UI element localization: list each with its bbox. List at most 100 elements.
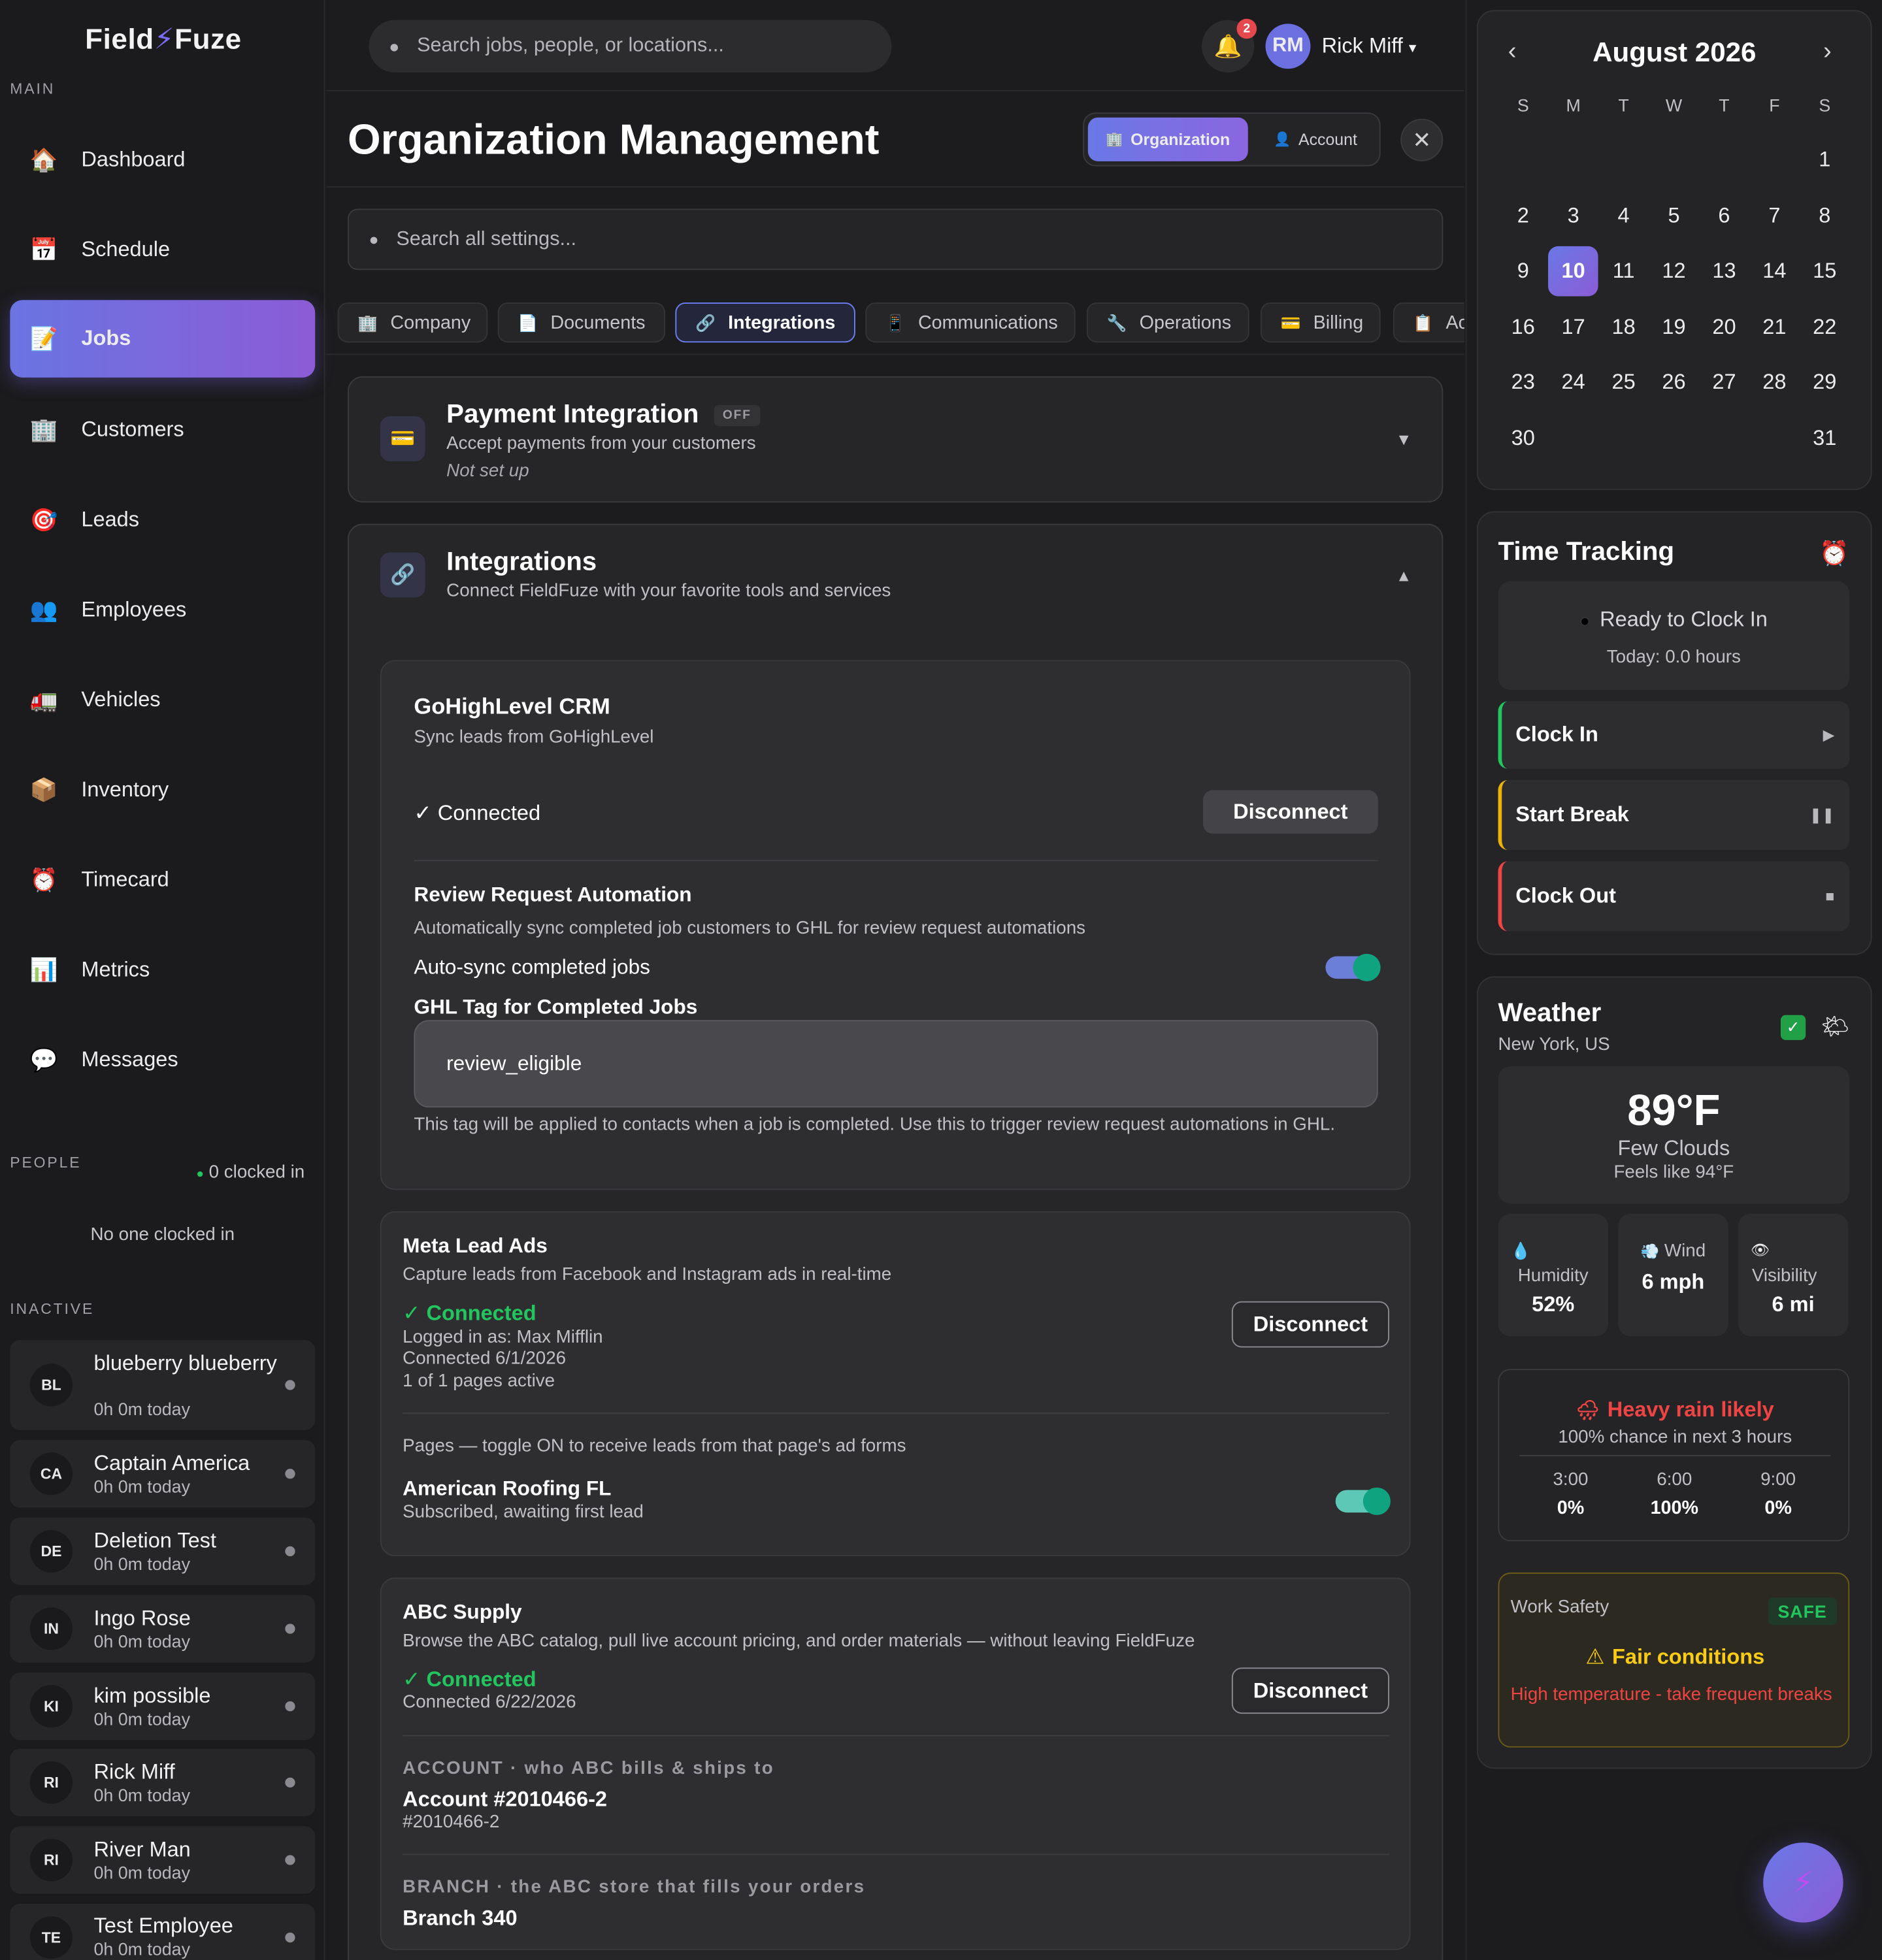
calendar-day[interactable]: 4 [1598, 191, 1649, 241]
disconnect-button[interactable]: Disconnect [1231, 1301, 1390, 1348]
tab-communications[interactable]: 📱 Communications [865, 302, 1076, 343]
integration-title: GoHighLevel CRM [414, 693, 610, 719]
nav-vehicles[interactable]: 🚛 Vehicles [10, 661, 315, 739]
section-description: Automatically sync completed job custome… [414, 919, 1086, 939]
calendar-day[interactable]: 5 [1649, 191, 1699, 241]
pages-active: 1 of 1 pages active [403, 1371, 555, 1392]
calendar-day[interactable]: 8 [1800, 191, 1850, 241]
tab-company[interactable]: 🏢 Company [337, 302, 488, 343]
calendar-day[interactable]: 1 [1800, 135, 1850, 186]
employee-row[interactable]: CA Captain America 0h 0m today [10, 1440, 316, 1508]
weekday-label: S [1517, 95, 1529, 116]
employee-row[interactable]: RI Rick Miff 0h 0m today [10, 1748, 316, 1817]
nav-schedule[interactable]: 📅 Schedule [10, 211, 315, 289]
employee-row[interactable]: BL blueberry blueberry 0h 0m today [10, 1340, 316, 1430]
user-menu[interactable]: Rick Miff ▾ [1322, 34, 1417, 59]
calendar-day[interactable]: 2 [1498, 191, 1548, 241]
calendar-day[interactable]: 24 [1548, 357, 1598, 408]
employee-row[interactable]: TE Test Employee 0h 0m today [10, 1903, 316, 1960]
global-search-input[interactable]: ● Search jobs, people, or locations... [369, 20, 892, 73]
calendar-day[interactable]: 23 [1498, 357, 1548, 408]
account-tab[interactable]: 👤 Account [1258, 118, 1373, 161]
nav-metrics[interactable]: 📊 Metrics [10, 931, 315, 1009]
calendar-day[interactable]: 20 [1699, 302, 1749, 352]
close-button[interactable]: ✕ [1400, 118, 1444, 161]
calendar-day[interactable]: 22 [1800, 302, 1850, 352]
account-value[interactable]: Account #2010466-2 [403, 1788, 607, 1812]
calendar-day[interactable]: 6 [1699, 191, 1749, 241]
warning-icon: ⚠ [1585, 1644, 1605, 1669]
calendar-day[interactable]: 3 [1548, 191, 1598, 241]
calendar-day[interactable]: 7 [1749, 191, 1800, 241]
calendar-day[interactable]: 18 [1598, 302, 1649, 352]
card-description: Connect FieldFuze with your favorite too… [446, 581, 891, 602]
branch-value[interactable]: Branch 340 [403, 1906, 517, 1931]
calendar-day[interactable]: 16 [1498, 302, 1548, 352]
calendar-day[interactable]: 27 [1699, 357, 1749, 408]
link-icon: 🔗 [695, 313, 716, 332]
disconnect-button[interactable]: Disconnect [1231, 1667, 1390, 1714]
meta-lead-ads-panel: Meta Lead Ads Capture leads from Faceboo… [380, 1211, 1411, 1557]
calendar-day[interactable]: 28 [1749, 357, 1800, 408]
nav-customers[interactable]: 🏢 Customers [10, 391, 315, 469]
nav-timecard[interactable]: ⏰ Timecard [10, 841, 315, 919]
user-avatar[interactable]: RM [1265, 24, 1311, 69]
page-status: Subscribed, awaiting first lead [403, 1502, 644, 1523]
calendar-day[interactable]: 25 [1598, 357, 1649, 408]
tab-billing[interactable]: 💳 Billing [1260, 302, 1381, 343]
organization-tab[interactable]: 🏢 Organization [1087, 117, 1248, 161]
settings-search-input[interactable]: ● Search all settings... [347, 208, 1444, 270]
employee-row[interactable]: IN Ingo Rose 0h 0m today [10, 1595, 316, 1663]
chevron-down-icon[interactable]: ▼ [1396, 430, 1412, 449]
tab-integrations[interactable]: 🔗 Integrations [675, 302, 855, 343]
truck-icon: 🚛 [29, 687, 58, 713]
autosync-toggle[interactable] [1325, 953, 1381, 981]
payment-integration-card[interactable]: 💳 Payment Integration OFF Accept payments… [347, 376, 1444, 503]
calendar-day[interactable]: 19 [1649, 302, 1699, 352]
calendar-day[interactable]: 30 [1498, 413, 1548, 463]
calendar-day[interactable]: 17 [1548, 302, 1598, 352]
app-logo[interactable]: Field⚡Fuze [85, 22, 242, 56]
nav-messages[interactable]: 💬 Messages [10, 1021, 315, 1099]
ghl-tag-input[interactable]: review_eligible [414, 1020, 1378, 1108]
clipboard-icon: 📋 [1413, 313, 1434, 332]
employee-row[interactable]: DE Deletion Test 0h 0m today [10, 1517, 316, 1586]
chevron-up-icon[interactable]: ▲ [1396, 566, 1412, 585]
calendar-day[interactable]: 31 [1800, 413, 1850, 463]
calendar-day[interactable]: 26 [1649, 357, 1699, 408]
payment-title-row: Payment Integration OFF [446, 400, 761, 430]
employee-row[interactable]: KI kim possible 0h 0m today [10, 1672, 316, 1740]
employee-row[interactable]: RI River Man 0h 0m today [10, 1826, 316, 1894]
tab-account[interactable]: 📋Ac [1393, 302, 1464, 343]
quick-action-button[interactable]: ⚡ [1763, 1842, 1843, 1923]
page-subscribe-toggle[interactable] [1335, 1487, 1391, 1515]
calendar-day[interactable]: 12 [1649, 246, 1699, 297]
disconnect-button[interactable]: Disconnect [1202, 790, 1378, 834]
tab-documents[interactable]: 📄 Documents [497, 302, 666, 343]
nav-jobs[interactable]: 📝 Jobs [10, 300, 316, 378]
tab-operations[interactable]: 🔧 Operations [1086, 302, 1249, 343]
calendar-day-selected[interactable]: 10 [1548, 246, 1598, 297]
employee-time: 0h 0m today [93, 1862, 190, 1883]
clock-in-button[interactable]: Clock In ▶ [1498, 701, 1850, 769]
calendar-day[interactable]: 29 [1800, 357, 1850, 408]
nav-dashboard[interactable]: 🏠 Dashboard [10, 122, 315, 199]
status-dot [285, 1855, 295, 1865]
logged-in-as: Logged in as: Max Mifflin [403, 1327, 603, 1348]
nav-leads[interactable]: 🎯 Leads [10, 482, 315, 559]
employee-avatar: IN [29, 1607, 73, 1650]
chevron-right-icon[interactable]: › [1823, 37, 1832, 66]
calendar-day[interactable]: 9 [1498, 246, 1548, 297]
calendar-day[interactable]: 13 [1699, 246, 1749, 297]
sidebar: Field⚡Fuze MAIN 🏠 Dashboard 📅 Schedule 📝 Jo… [0, 0, 325, 1960]
nav-employees[interactable]: 👥 Employees [10, 571, 315, 649]
calendar-day[interactable]: 15 [1800, 246, 1850, 297]
calendar-day[interactable]: 14 [1749, 246, 1800, 297]
calendar-day[interactable]: 21 [1749, 302, 1800, 352]
status-dot [285, 1701, 295, 1712]
start-break-button[interactable]: Start Break ❚❚ [1498, 779, 1850, 851]
clock-out-button[interactable]: Clock Out ■ [1498, 861, 1850, 932]
integration-description: Sync leads from GoHighLevel [414, 727, 654, 748]
calendar-day[interactable]: 11 [1598, 246, 1649, 297]
nav-inventory[interactable]: 📦 Inventory [10, 751, 315, 829]
